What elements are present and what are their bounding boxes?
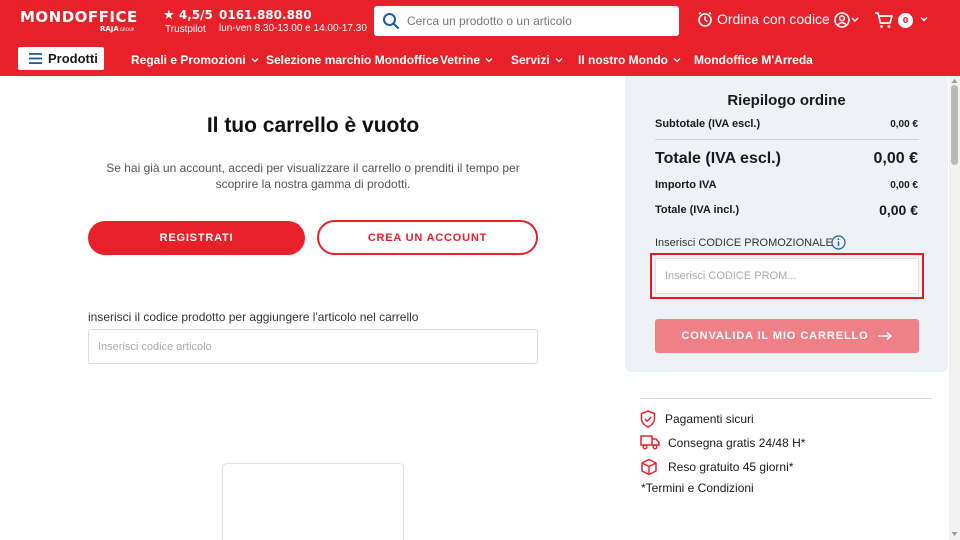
subtotal-label: Subtotale (IVA escl.) xyxy=(655,118,761,130)
scroll-up-icon[interactable] xyxy=(951,78,958,84)
chevron-down-icon xyxy=(673,58,681,63)
search-box[interactable] xyxy=(374,6,679,36)
products-menu-label: Prodotti xyxy=(48,51,98,66)
truck-icon xyxy=(640,435,660,450)
total-excl-value: 0,00 € xyxy=(873,150,918,167)
box-return-icon xyxy=(641,458,657,476)
chevron-down-icon xyxy=(251,58,259,63)
scroll-down-icon[interactable] xyxy=(951,531,958,537)
total-excl-label: Totale (IVA escl.) xyxy=(655,150,781,167)
search-icon[interactable] xyxy=(382,12,400,30)
product-code-input[interactable] xyxy=(88,329,538,364)
clock-icon xyxy=(698,11,712,27)
main-navigation: Prodotti Regali e Promozioni Selezione m… xyxy=(0,42,960,76)
user-circle-icon xyxy=(834,12,859,28)
products-menu-button[interactable]: Prodotti xyxy=(18,47,104,70)
nav-item-label: Il nostro Mondo xyxy=(578,53,668,67)
nav-item-marreda[interactable]: Mondoffice M'Arreda xyxy=(694,53,813,67)
total-incl-label: Totale (IVA incl.) xyxy=(655,204,740,216)
vat-label: Importo IVA xyxy=(655,179,717,191)
nav-item-il-nostro-mondo[interactable]: Il nostro Mondo xyxy=(578,53,681,67)
product-code-label: inserisci il codice prodotto per aggiung… xyxy=(88,310,419,324)
promo-code-label: Inserisci CODICE PROMOZIONALE xyxy=(655,237,833,249)
logo-wordmark: MONDOFFICE xyxy=(20,8,138,26)
nav-item-label: Vetrine xyxy=(440,53,481,67)
trust-divider xyxy=(640,398,932,399)
shield-check-icon xyxy=(640,410,656,428)
trust-returns-label: Reso gratuito 45 giorni* xyxy=(668,460,794,474)
logo-raja-text: RAJA xyxy=(100,25,119,33)
subtotal-value: 0,00 € xyxy=(890,119,918,130)
rating-score: ★ 4,5/5 xyxy=(163,8,223,23)
nav-item-servizi[interactable]: Servizi xyxy=(511,53,563,67)
total-incl-value: 0,00 € xyxy=(879,202,918,218)
order-summary-panel: Riepilogo ordine Subtotale (IVA escl.) 0… xyxy=(625,76,948,372)
trust-delivery-label: Consegna gratis 24/48 H* xyxy=(668,436,806,450)
validate-cart-label: CONVALIDA IL MIO CARRELLO xyxy=(681,330,869,342)
summary-title: Riepilogo ordine xyxy=(727,92,846,109)
create-account-button[interactable]: CREA UN ACCOUNT xyxy=(317,220,538,255)
validate-cart-button[interactable]: CONVALIDA IL MIO CARRELLO xyxy=(655,319,919,353)
info-icon[interactable] xyxy=(831,235,846,250)
cart-count-badge: 0 xyxy=(898,13,913,28)
cart-icon xyxy=(875,12,893,28)
summary-divider xyxy=(655,139,919,140)
order-by-code-link[interactable]: Ordina con codice xyxy=(697,11,830,27)
phone-number: 0161.880.880 xyxy=(219,8,312,22)
trustpilot-rating[interactable]: ★ 4,5/5 Trustpilot xyxy=(163,8,223,35)
cart-button[interactable] xyxy=(874,11,894,33)
empty-cart-description: Se hai già un account, accedi per visual… xyxy=(106,161,520,191)
nav-item-label: Regali e Promozioni xyxy=(131,53,246,67)
opening-hours: lun-ven 8.30-13.00 e 14.00-17.30 xyxy=(219,23,367,34)
phone-contact[interactable]: 0161.880.880 lun-ven 8.30-13.00 e 14.00-… xyxy=(219,8,367,34)
scrollbar-thumb[interactable] xyxy=(951,85,958,165)
nav-item-selezione-marchio[interactable]: Selezione marchio Mondoffice xyxy=(266,53,439,67)
vat-value: 0,00 € xyxy=(890,180,918,191)
nav-item-label: Mondoffice M'Arreda xyxy=(694,53,813,67)
hamburger-icon xyxy=(29,53,42,64)
logo-group-text: GROUP xyxy=(119,27,135,32)
top-header: MONDOFFICE RAJAGROUP ★ 4,5/5 Trustpilot … xyxy=(0,0,960,42)
recommendation-card xyxy=(222,463,404,540)
chevron-down-icon xyxy=(485,58,493,63)
star-icon: ★ xyxy=(163,8,175,23)
terms-link[interactable]: *Termini e Condizioni xyxy=(641,481,754,495)
promo-input-highlight xyxy=(650,253,924,299)
nav-item-vetrine[interactable]: Vetrine xyxy=(440,53,493,67)
mondoffice-logo[interactable]: MONDOFFICE RAJAGROUP xyxy=(20,8,144,36)
empty-cart-title: Il tuo carrello è vuoto xyxy=(206,114,420,137)
order-by-code-label: Ordina con codice xyxy=(717,11,830,27)
trust-payments-label: Pagamenti sicuri xyxy=(665,412,754,426)
rating-value: 4,5/5 xyxy=(178,8,213,22)
nav-item-regali[interactable]: Regali e Promozioni xyxy=(131,53,259,67)
register-button[interactable]: REGISTRATI xyxy=(88,221,305,255)
search-input[interactable] xyxy=(407,6,672,36)
account-menu[interactable] xyxy=(834,12,860,32)
nav-item-label: Servizi xyxy=(511,53,550,67)
logo-raja: RAJAGROUP xyxy=(100,25,134,33)
nav-item-label: Selezione marchio Mondoffice xyxy=(266,53,439,67)
chevron-down-icon[interactable] xyxy=(919,14,929,24)
rating-source: Trustpilot xyxy=(165,24,206,35)
arrow-right-icon xyxy=(877,331,892,341)
chevron-down-icon xyxy=(555,58,563,63)
